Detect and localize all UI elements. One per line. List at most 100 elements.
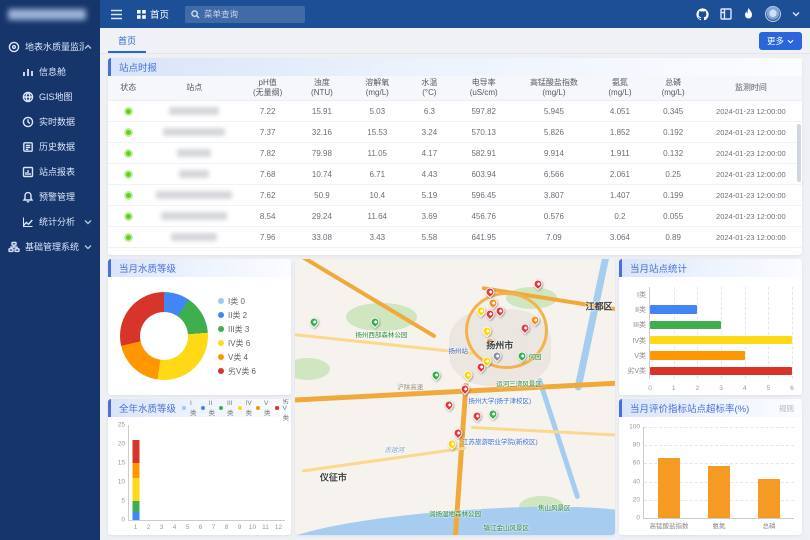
legend-color-dot xyxy=(275,406,279,410)
breadcrumb[interactable]: 首页 xyxy=(137,7,169,21)
table-row: 7.2215.915.036.3597.825.9454.0510.345202… xyxy=(108,101,802,122)
legend-item-III类[interactable]: III类 3 xyxy=(218,324,256,335)
station-map[interactable]: 扬州市仪征市江都区扬州西部森林公园何园运河三湾风景区扬州大学(扬子津校区)扬州站… xyxy=(295,259,615,535)
fire-icon[interactable] xyxy=(743,8,754,21)
table-row: 7.6810.746.714.43603.946.5662.0610.25202… xyxy=(108,164,802,185)
sidebar-item-统计分析[interactable]: 统计分析 xyxy=(0,209,100,234)
sidebar-group-label: 基础管理系统 xyxy=(25,240,84,253)
value-cell: 5.19 xyxy=(406,185,453,206)
bar-III类 xyxy=(650,321,721,329)
value-cell: 3.064 xyxy=(593,227,646,248)
column-header-1: 站点 xyxy=(148,76,240,101)
app-root: 地表水质量监测系统信息舱 GIS地图实时数据历史数据站点报表预警管理统计分析基础管… xyxy=(0,0,810,540)
value-cell: 4.43 xyxy=(406,164,453,185)
legend-color-dot xyxy=(182,406,186,410)
status-cell xyxy=(108,185,148,206)
monitor-time-cell: 2024-01-23 12:00:00 xyxy=(700,164,802,185)
sidebar-group-base-system[interactable]: 基础管理系统 xyxy=(0,234,100,259)
legend-label: III类 xyxy=(227,400,234,417)
category-label: 总磷 xyxy=(763,520,776,530)
map-pin-green[interactable] xyxy=(429,369,442,382)
breadcrumb-home-label: 首页 xyxy=(150,7,169,21)
value-cell: 0.132 xyxy=(647,143,700,164)
x-axis-tick: 3 xyxy=(719,385,723,392)
left-column: 当月水质等级 I类 0II类 2III类 3IV类 6V类 4劣V类 6 全年水… xyxy=(108,259,291,535)
value-cell: 0.192 xyxy=(647,122,700,143)
column-header-2: pH值(无量纲) xyxy=(240,76,295,101)
category-label: 劣V类 xyxy=(620,366,646,376)
sidebar-item-GIS地图[interactable]: GIS地图 xyxy=(0,84,100,109)
stack-legend-item-V类[interactable]: V类 xyxy=(256,400,271,417)
y-axis-tick: 20 xyxy=(624,496,640,503)
预警管理-icon xyxy=(22,191,34,203)
sidebar-item-预警管理[interactable]: 预警管理 xyxy=(0,184,100,209)
station-name-cell xyxy=(148,101,240,122)
map-label: 扬州西部森林公园 xyxy=(355,329,407,339)
value-cell: 6.3 xyxy=(406,101,453,122)
legend-item-劣V类[interactable]: 劣V类 6 xyxy=(218,366,256,377)
column-header-9: 总磷(mg/L) xyxy=(647,76,700,101)
value-cell: 8.54 xyxy=(240,206,295,227)
y-axis-tick: 0 xyxy=(111,517,125,524)
user-menu-chevron-down-icon[interactable] xyxy=(792,11,800,17)
legend-item-I类[interactable]: I类 0 xyxy=(218,296,256,307)
y-axis-tick: 40 xyxy=(624,478,640,485)
map-pin-red[interactable] xyxy=(471,410,484,423)
legend-color-dot xyxy=(218,354,224,360)
x-axis-tick: 8 xyxy=(225,524,229,531)
value-cell: 7.22 xyxy=(240,101,295,122)
main-area: 首页 xyxy=(100,0,810,540)
sidebar-group-monitor-system[interactable]: 地表水质量监测系统 xyxy=(0,34,100,59)
user-avatar[interactable] xyxy=(765,6,781,22)
sidebar-item-实时数据[interactable]: 实时数据 xyxy=(0,109,100,134)
github-icon[interactable] xyxy=(696,8,709,21)
stack-legend-item-IV类[interactable]: IV类 xyxy=(238,400,253,417)
map-label: 扬州市 xyxy=(486,338,513,351)
stack-legend-item-III类[interactable]: III类 xyxy=(219,400,234,417)
menu-search[interactable] xyxy=(185,6,305,23)
sidebar: 地表水质量监测系统信息舱 GIS地图实时数据历史数据站点报表预警管理统计分析基础管… xyxy=(0,0,100,540)
search-input[interactable] xyxy=(204,9,294,19)
legend-item-V类[interactable]: V类 4 xyxy=(218,352,256,363)
legend-item-IV类[interactable]: IV类 6 xyxy=(218,338,256,349)
exceed-rate-rules-link[interactable]: 规则 xyxy=(779,403,794,414)
value-cell: 9.914 xyxy=(515,143,594,164)
y-axis-tick: 0 xyxy=(624,515,640,522)
more-button[interactable]: 更多 xyxy=(759,32,802,50)
map-pin-green[interactable] xyxy=(308,316,321,329)
value-cell: 7.96 xyxy=(240,227,295,248)
layout-expand-icon[interactable] xyxy=(720,8,732,20)
tabbar: 首页 更多 xyxy=(100,28,810,54)
legend-color-dot xyxy=(218,326,224,332)
统计分析-icon xyxy=(22,216,34,228)
x-axis-tick: 2 xyxy=(147,524,151,531)
hamburger-menu-icon[interactable] xyxy=(110,9,123,20)
map-label: 古运河 xyxy=(384,444,404,454)
app-logo-redacted xyxy=(8,9,86,20)
monitor-time-cell: 2024-01-23 12:00:00 xyxy=(700,185,802,206)
topbar-actions xyxy=(696,6,800,22)
sidebar-item-信息舱[interactable]: 信息舱 xyxy=(0,59,100,84)
legend-item-II类[interactable]: II类 2 xyxy=(218,310,256,321)
legend-label: I类 0 xyxy=(228,296,245,307)
stack-legend-item-II类[interactable]: II类 xyxy=(201,400,216,417)
stack-legend-item-I类[interactable]: I类 xyxy=(182,400,197,417)
sidebar-item-历史数据[interactable]: 历史数据 xyxy=(0,134,100,159)
station-table: 状态站点pH值(无量纲)浊度(NTU)溶解氧(mg/L)水温(°C)电导率(uS… xyxy=(108,76,802,248)
status-online-dot xyxy=(124,128,133,137)
map-river-branch xyxy=(536,377,580,499)
map-pin-green[interactable] xyxy=(487,407,500,420)
table-row: 7.6250.910.45.19596.453.8071.4070.199202… xyxy=(108,185,802,206)
tab-home[interactable]: 首页 xyxy=(108,29,146,53)
map-label: 扬州大学(扬子津校区) xyxy=(468,395,531,405)
sidebar-item-站点报表[interactable]: 站点报表 xyxy=(0,159,100,184)
category-label: 高锰酸盐指数 xyxy=(650,520,689,530)
table-scrollbar-thumb[interactable] xyxy=(797,124,801,182)
信息舱-icon xyxy=(22,66,34,78)
map-pin-red[interactable] xyxy=(442,399,455,412)
monitor-time-cell: 2024-01-23 12:00:00 xyxy=(700,206,802,227)
value-cell: 603.94 xyxy=(453,164,515,185)
stacked-bar-month-10 xyxy=(249,425,256,520)
sidebar-item-label: GIS地图 xyxy=(39,90,92,103)
bar-segment-II类 xyxy=(132,512,139,520)
